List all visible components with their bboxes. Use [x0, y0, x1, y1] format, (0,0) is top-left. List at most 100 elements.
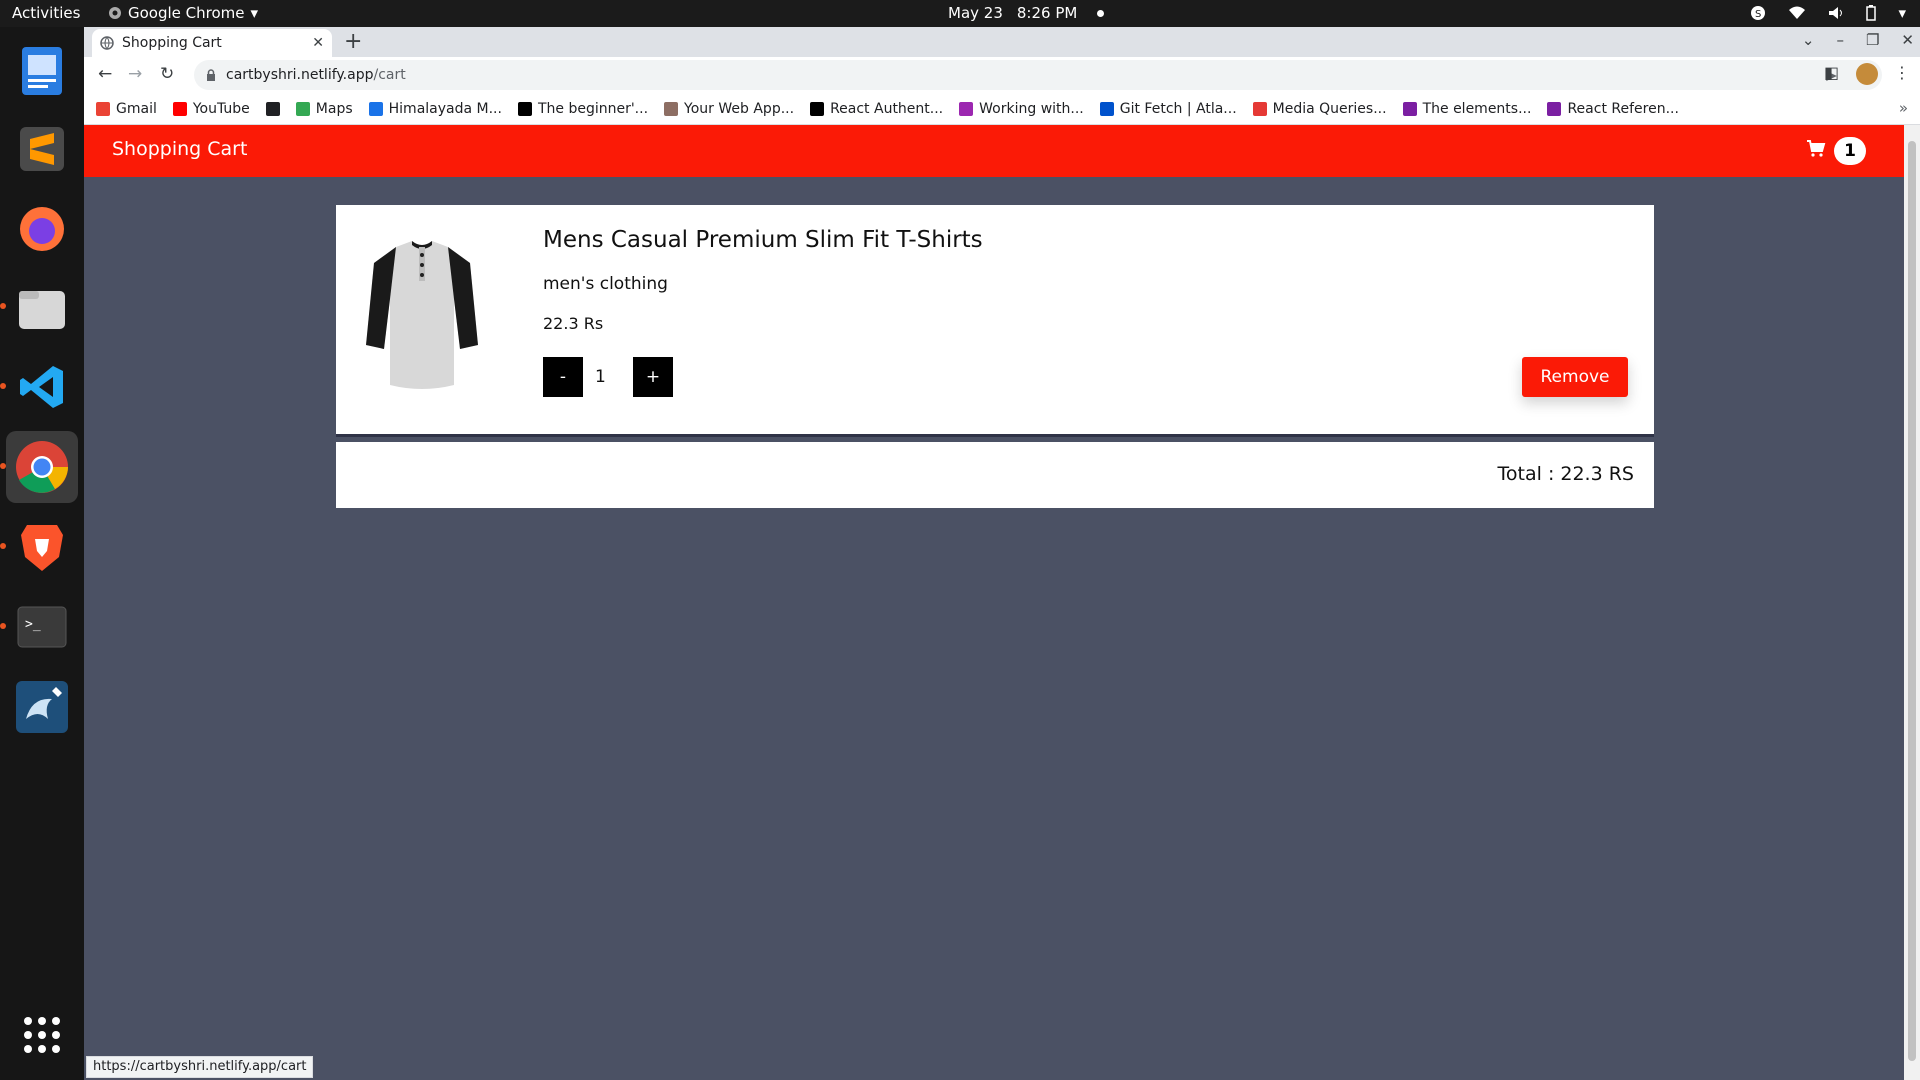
bookmark-item[interactable]: Your Web App... — [664, 101, 794, 117]
wifi-icon — [1789, 6, 1806, 19]
tab-shopping-cart[interactable]: Shopping Cart ✕ — [92, 29, 332, 57]
bookmark-item[interactable]: Gmail — [96, 101, 157, 117]
decrease-quantity-button[interactable]: - — [543, 357, 583, 397]
svg-text:>_: >_ — [25, 617, 41, 632]
clock[interactable]: May 23 8:26 PM — [948, 4, 1105, 22]
remove-button[interactable]: Remove — [1522, 357, 1628, 397]
clock-date: May 23 — [948, 4, 1003, 22]
bookmark-label: YouTube — [192, 100, 250, 117]
bookmark-label: Your Web App... — [684, 100, 795, 117]
profile-avatar[interactable] — [1856, 63, 1878, 85]
lock-icon — [207, 69, 215, 81]
product-image — [366, 241, 478, 389]
bookmark-favicon-icon — [295, 101, 310, 116]
vscode-icon[interactable] — [6, 351, 78, 423]
bookmark-item[interactable]: Media Queries... — [1252, 100, 1387, 117]
volume-icon — [1829, 7, 1843, 19]
bookmark-label: The elements... — [1422, 100, 1532, 117]
bookmark-favicon-icon — [810, 101, 825, 116]
text-editor-icon[interactable] — [6, 35, 78, 107]
skype-icon: S — [1751, 6, 1766, 20]
cart-item-card: Mens Casual Premium Slim Fit T-Shirts me… — [336, 205, 1654, 437]
bookmark-favicon-icon — [265, 101, 280, 116]
tab-strip: Shopping Cart ✕ + ⌄ – ❐ ✕ — [84, 27, 1920, 57]
page-viewport: Shopping Cart 1 Mens Casual Premium Slim… — [84, 125, 1904, 1080]
bookmark-favicon-icon — [1402, 101, 1417, 116]
globe-icon — [100, 36, 114, 50]
reload-icon[interactable]: ↻ — [160, 64, 174, 84]
chrome-small-icon — [109, 7, 121, 19]
increase-quantity-button[interactable]: + — [633, 357, 673, 397]
system-tray[interactable]: S ▾ — [1750, 4, 1906, 22]
browser-toolbar: ← → ↻ cartbyshri.netlify.app/cart ➤ ☆ ◧ … — [84, 57, 1920, 93]
quantity-value: 1 — [595, 367, 606, 387]
bookmark-favicon-icon — [1252, 101, 1267, 116]
bookmark-favicon-icon — [517, 101, 532, 116]
cart-count-badge[interactable]: 1 — [1834, 137, 1866, 165]
menu-kebab-icon[interactable]: ⋮ — [1894, 63, 1910, 82]
bookmark-favicon-icon — [1547, 101, 1562, 116]
scrollbar-thumb[interactable] — [1908, 141, 1916, 1061]
bookmark-item[interactable]: Maps — [295, 100, 353, 117]
new-tab-button[interactable]: + — [344, 29, 362, 54]
bookmark-label: Himalayada M... — [388, 100, 502, 117]
page-scrollbar[interactable] — [1904, 125, 1920, 1080]
app-menu[interactable]: Google Chrome ▾ — [108, 4, 258, 22]
window-controls: ⌄ – ❐ ✕ — [1802, 31, 1914, 49]
firefox-icon[interactable] — [6, 193, 78, 265]
close-tab-icon[interactable]: ✕ — [312, 35, 324, 51]
clock-time: 8:26 PM — [1016, 4, 1078, 22]
tab-search-icon[interactable]: ⌄ — [1802, 31, 1815, 49]
bookmarks-bar: Gmail YouTube Maps Himalayada M... The begin… — [84, 93, 1920, 125]
svg-text:S: S — [1755, 9, 1761, 20]
mysql-workbench-icon[interactable] — [6, 671, 78, 743]
app-grid-icon[interactable] — [6, 999, 78, 1071]
url-path: /cart — [373, 67, 406, 83]
tab-title: Shopping Cart — [122, 35, 222, 51]
bookmark-item[interactable]: YouTube — [172, 100, 250, 117]
brave-icon[interactable] — [6, 511, 78, 583]
bookmark-item[interactable]: The beginner'... — [517, 100, 649, 117]
battery-icon — [1866, 5, 1877, 21]
bookmark-item[interactable]: Himalayada M... — [368, 100, 502, 117]
terminal-icon[interactable]: >_ — [6, 591, 78, 663]
address-bar[interactable]: cartbyshri.netlify.app/cart ➤ ☆ — [194, 60, 1882, 90]
notification-dot-icon — [1097, 9, 1105, 17]
restore-icon[interactable]: ❐ — [1866, 31, 1879, 49]
bookmark-item[interactable]: Working with... — [959, 101, 1084, 117]
files-icon[interactable] — [6, 273, 78, 345]
bookmark-label: The beginner'... — [537, 100, 649, 117]
brand-title[interactable]: Shopping Cart — [112, 138, 247, 160]
bookmark-label: Maps — [315, 100, 353, 117]
bookmark-favicon-icon — [172, 101, 187, 116]
bookmark-item[interactable]: React Authent... — [810, 101, 943, 117]
bookmarks-overflow-icon[interactable]: » — [1899, 99, 1908, 117]
product-category: men's clothing — [543, 274, 668, 294]
chevron-down-icon: ▾ — [250, 4, 259, 22]
product-price: 22.3 Rs — [543, 314, 604, 333]
app-navbar: Shopping Cart 1 — [84, 125, 1904, 177]
power-menu-icon: ▾ — [1898, 4, 1906, 22]
bookmark-label: Media Queries... — [1272, 100, 1387, 117]
bookmark-item[interactable]: Git Fetch | Atla... — [1099, 100, 1237, 117]
dock: >_ — [0, 27, 84, 1080]
side-panel-icon[interactable]: ◧ — [1824, 63, 1839, 82]
bookmark-item[interactable] — [265, 101, 280, 116]
bookmark-item[interactable]: React Referen... — [1547, 100, 1679, 117]
forward-icon[interactable]: → — [128, 64, 142, 84]
shopping-cart-icon[interactable] — [1806, 138, 1826, 158]
sublime-text-icon[interactable] — [6, 113, 78, 185]
system-top-bar: Activities Google Chrome ▾ May 23 8:26 P… — [0, 0, 1920, 27]
product-title: Mens Casual Premium Slim Fit T-Shirts — [543, 227, 983, 253]
bookmark-favicon-icon — [368, 101, 383, 116]
bookmark-label: React Referen... — [1567, 100, 1679, 117]
minimize-icon[interactable]: – — [1836, 31, 1844, 49]
close-window-icon[interactable]: ✕ — [1901, 31, 1914, 49]
back-icon[interactable]: ← — [98, 64, 112, 84]
bookmark-favicon-icon — [664, 101, 679, 116]
chrome-icon[interactable] — [6, 431, 78, 503]
bookmark-item[interactable]: The elements... — [1402, 100, 1532, 117]
bookmark-label: Git Fetch | Atla... — [1119, 100, 1237, 117]
bookmark-favicon-icon — [96, 101, 110, 116]
activities-button[interactable]: Activities — [12, 4, 80, 22]
